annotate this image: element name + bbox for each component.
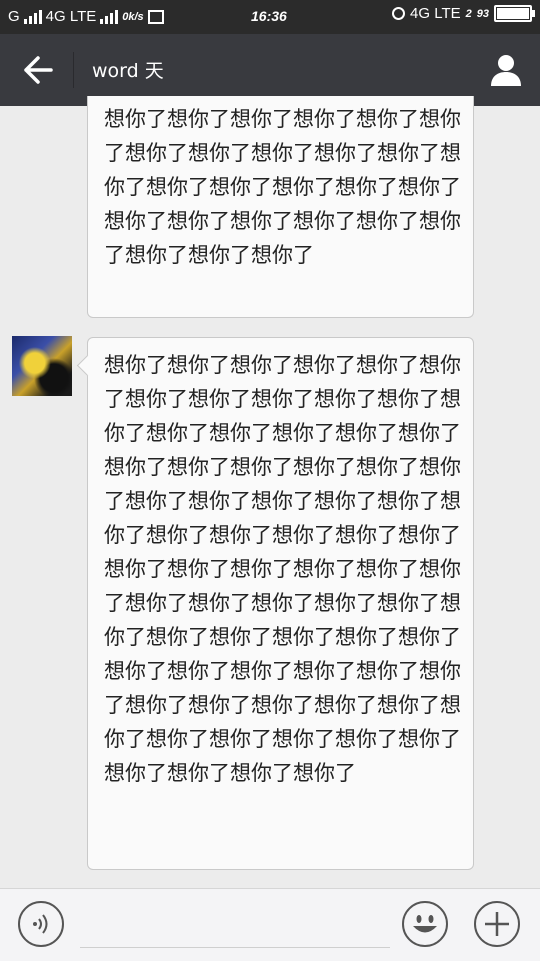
status-bar: G 4G LTE 0k/s 16:36 4G LTE 2 93: [0, 0, 540, 34]
plus-icon: [485, 912, 509, 936]
alarm-icon: [392, 7, 406, 20]
message-bubble[interactable]: 想你了想你了想你了想你了想你了想你了想你了想你了想你了想你了想你了想你了想你了想…: [87, 337, 474, 870]
message-input[interactable]: [80, 947, 390, 948]
more-button[interactable]: [474, 901, 520, 947]
carrier-label: G: [8, 8, 20, 25]
network-label: 4G LTE: [45, 8, 97, 25]
status-left: G 4G LTE 0k/s: [8, 8, 164, 25]
speed-label: 0k/s: [122, 10, 144, 23]
message-text: 想你了想你了想你了想你了想你了想你了想你了想你了想你了想你了想你了想你了想你了想…: [104, 107, 461, 267]
input-bar: [0, 888, 540, 961]
voice-icon: [33, 914, 48, 934]
emoji-icon: [413, 915, 437, 933]
status-right: 4G LTE 2 93: [392, 5, 535, 22]
person-icon: [491, 55, 521, 86]
clock: 16:36: [251, 8, 287, 24]
arrow-left-icon: [24, 56, 53, 84]
title-divider: [73, 52, 74, 88]
screenshot-icon: [147, 9, 164, 24]
avatar[interactable]: [12, 336, 72, 396]
chat-info-button[interactable]: [488, 52, 524, 88]
message-text: 想你了想你了想你了想你了想你了想你了想你了想你了想你了想你了想你了想你了想你了想…: [104, 353, 461, 785]
voice-button[interactable]: [18, 901, 64, 947]
back-button[interactable]: [14, 54, 58, 86]
battery-icon: [494, 5, 535, 22]
battery-percent: 93: [476, 7, 489, 20]
battery-fill: [497, 8, 529, 19]
signal-icon-2: [100, 9, 119, 24]
message-bubble[interactable]: 想你了想你了想你了想你了想你了想你了想你了想你了想你了想你了想你了想你了想你了想…: [87, 96, 474, 318]
emoji-button[interactable]: [402, 901, 448, 947]
sim-label: 2: [465, 7, 472, 20]
network-label-2: 4G LTE: [410, 5, 461, 22]
chat-title: word 天: [92, 60, 164, 82]
signal-icon: [23, 9, 42, 24]
